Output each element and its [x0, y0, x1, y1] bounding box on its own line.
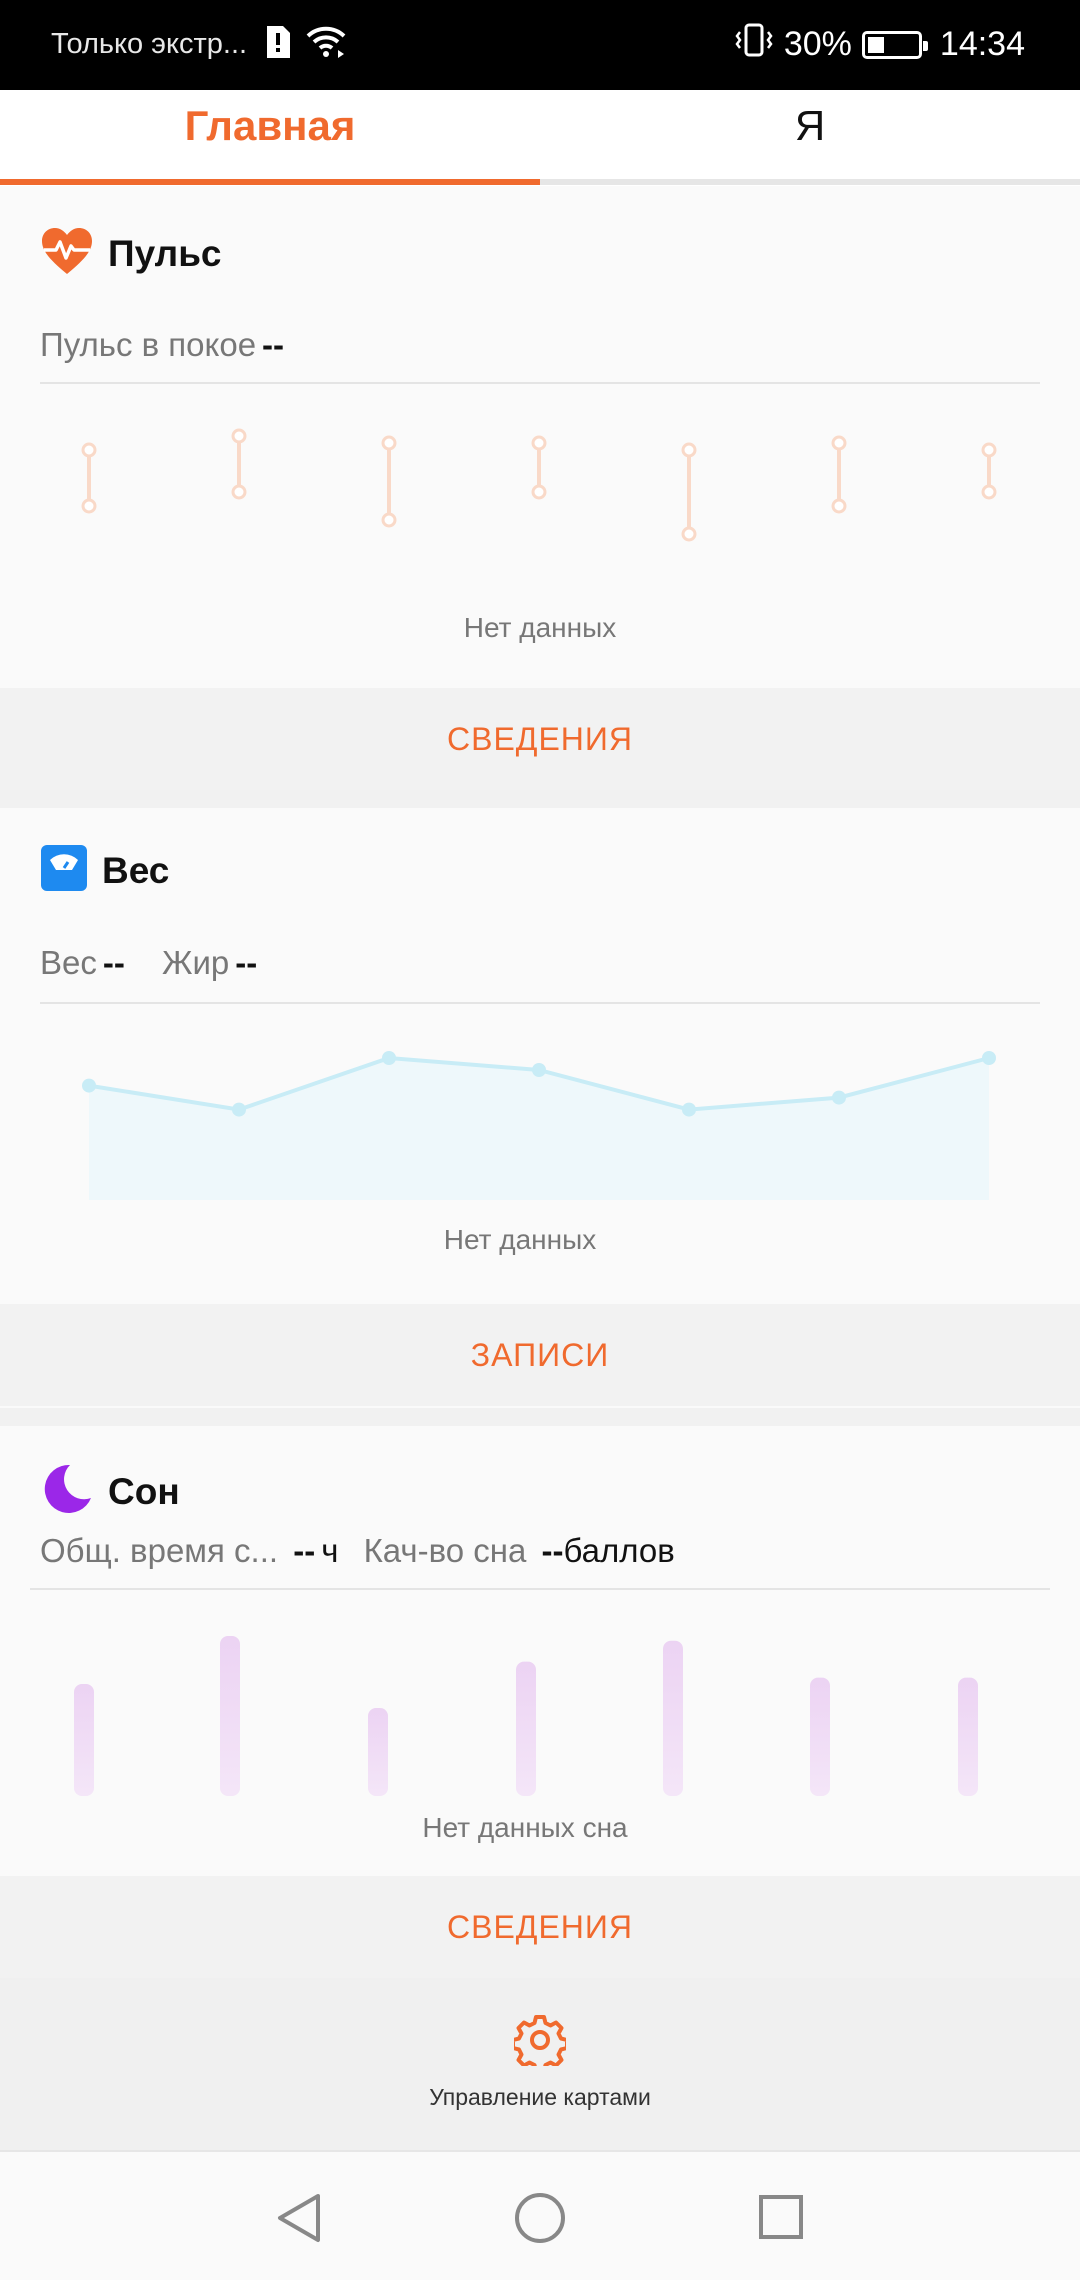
- sleep-bar: [220, 1636, 240, 1796]
- weight-value: --: [102, 944, 125, 981]
- weight-point: [532, 1063, 546, 1077]
- weight-records-button[interactable]: ЗАПИСИ: [0, 1304, 1080, 1406]
- pulse-title: Пульс: [108, 232, 222, 274]
- pulse-range-min-point: [231, 484, 247, 500]
- sleep-bar: [516, 1661, 536, 1796]
- pulse-range-max-point: [831, 435, 847, 451]
- sleep-title: Сон: [108, 1470, 180, 1512]
- battery-percent: 30%: [783, 25, 852, 63]
- pulse-range-max-point: [381, 435, 397, 451]
- weight-point: [382, 1051, 396, 1065]
- tab-me[interactable]: Я: [540, 90, 1080, 186]
- vibrate-icon: [734, 22, 774, 67]
- sleep-placeholder-chart: [74, 1636, 978, 1796]
- sleep-total-value: --: [293, 1532, 316, 1569]
- fat-value: --: [235, 944, 258, 981]
- divider: [30, 1588, 1050, 1590]
- weight-card[interactable]: Вес Вес -- Жир -- Нет данных ЗАПИСИ: [0, 808, 1080, 1408]
- pulse-range-max-point: [681, 442, 697, 458]
- pulse-range-min-point: [531, 484, 547, 500]
- resting-pulse-line: Пульс в покое --: [40, 326, 284, 364]
- pulse-card[interactable]: Пульс Пульс в покое -- Нет данных СВЕДЕНИ…: [0, 186, 1080, 790]
- sleep-card[interactable]: Сон Общ. время с... -- ч Кач-во сна --бал…: [0, 1426, 1080, 1978]
- home-circle-icon[interactable]: [514, 2192, 566, 2249]
- sleep-no-data: Нет данных сна: [422, 1812, 628, 1843]
- sleep-stats-line: Общ. время с... -- ч Кач-во сна --баллов: [40, 1532, 675, 1570]
- sleep-total-label: Общ. время с...: [40, 1532, 279, 1569]
- tab-home[interactable]: Главная: [0, 90, 540, 186]
- weight-point: [832, 1090, 846, 1105]
- sleep-quality-label: Кач-во сна: [363, 1532, 527, 1569]
- pulse-range-max-point: [81, 442, 97, 458]
- manage-cards-button[interactable]: Управление картами: [0, 1978, 1080, 2150]
- sleep-bar: [663, 1640, 683, 1796]
- divider: [40, 382, 1040, 384]
- sleep-bar: [368, 1708, 388, 1796]
- pulse-range-max-point: [531, 435, 547, 451]
- wifi-icon: [305, 24, 347, 65]
- weight-no-data: Нет данных: [443, 1224, 597, 1255]
- heart-rate-icon: [40, 226, 94, 281]
- pulse-range-min-point: [831, 498, 847, 514]
- tab-active-indicator: [0, 179, 540, 185]
- sleep-details-button[interactable]: СВЕДЕНИЯ: [0, 1876, 1080, 1978]
- weight-point: [82, 1078, 96, 1093]
- sleep-bar: [810, 1677, 830, 1796]
- pulse-range-min-point: [981, 484, 997, 500]
- moon-icon: [40, 1462, 94, 1521]
- weight-label: Вес: [40, 944, 97, 981]
- manage-cards-label: Управление картами: [429, 2084, 651, 2110]
- sleep-quality-unit: баллов: [563, 1532, 675, 1569]
- status-bar: Только экстр... 30% 14:34: [0, 0, 1080, 90]
- sleep-bar: [74, 1684, 94, 1796]
- weight-stats-line: Вес -- Жир --: [40, 944, 257, 982]
- pulse-range-min-point: [381, 512, 397, 528]
- weight-point: [982, 1051, 996, 1065]
- weight-title: Вес: [102, 849, 170, 891]
- pulse-range-max-point: [231, 428, 247, 444]
- pulse-range-max-point: [981, 442, 997, 458]
- gear-icon: [511, 2014, 569, 2073]
- pulse-range-min-point: [681, 526, 697, 542]
- sleep-total-unit: ч: [321, 1532, 339, 1569]
- back-triangle-icon[interactable]: [276, 2192, 322, 2249]
- sim-alert-icon: [263, 24, 293, 65]
- resting-pulse-value: --: [262, 326, 285, 363]
- scale-icon: [40, 844, 88, 897]
- sleep-quality-value: --: [541, 1532, 564, 1569]
- top-tabs: Главная Я: [0, 90, 1080, 186]
- pulse-range-min-point: [81, 498, 97, 514]
- navigation-bar: [0, 2150, 1080, 2280]
- divider: [40, 1002, 1040, 1004]
- pulse-no-data: Нет данных: [463, 612, 617, 643]
- resting-pulse-label: Пульс в покое: [40, 326, 257, 363]
- pulse-details-button[interactable]: СВЕДЕНИЯ: [0, 688, 1080, 790]
- sleep-bar: [958, 1677, 978, 1796]
- weight-point: [682, 1102, 696, 1117]
- weight-placeholder-chart: [82, 1051, 996, 1200]
- clock: 14:34: [939, 25, 1025, 63]
- pulse-placeholder-chart: [81, 428, 997, 542]
- battery-icon: [861, 30, 928, 59]
- weight-area: [89, 1058, 989, 1200]
- tab-underline: [540, 179, 1080, 185]
- recents-square-icon[interactable]: [758, 2194, 804, 2245]
- carrier-text: Только экстр...: [51, 28, 248, 60]
- fat-label: Жир: [162, 944, 230, 981]
- weight-point: [232, 1102, 246, 1117]
